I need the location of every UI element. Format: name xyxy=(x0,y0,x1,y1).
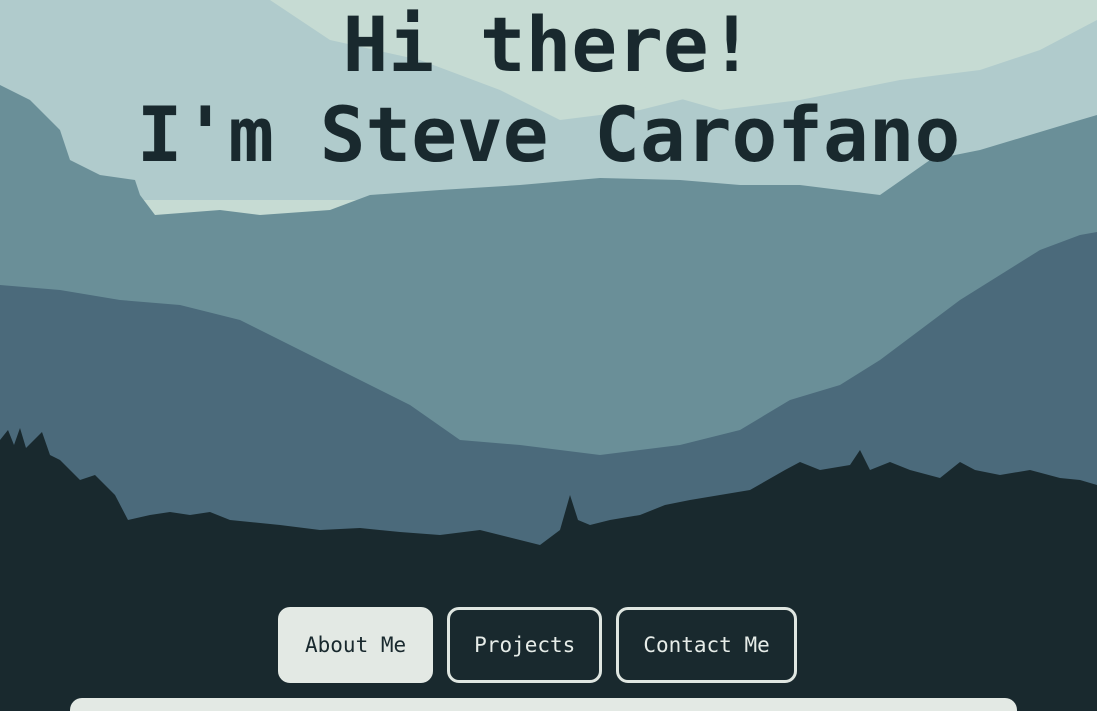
greeting-line: Hi there! xyxy=(342,0,755,89)
content-panel xyxy=(70,698,1017,711)
name-line: I'm Steve Carofano xyxy=(136,90,961,179)
contact-me-button[interactable]: Contact Me xyxy=(616,607,797,683)
section-nav: About Me Projects Contact Me xyxy=(278,607,797,683)
projects-button[interactable]: Projects xyxy=(447,607,603,683)
hero-section: Hi there! I'm Steve Carofano About Me Pr… xyxy=(0,0,1097,711)
about-me-button[interactable]: About Me xyxy=(278,607,434,683)
page-title: Hi there! I'm Steve Carofano xyxy=(0,0,1097,180)
